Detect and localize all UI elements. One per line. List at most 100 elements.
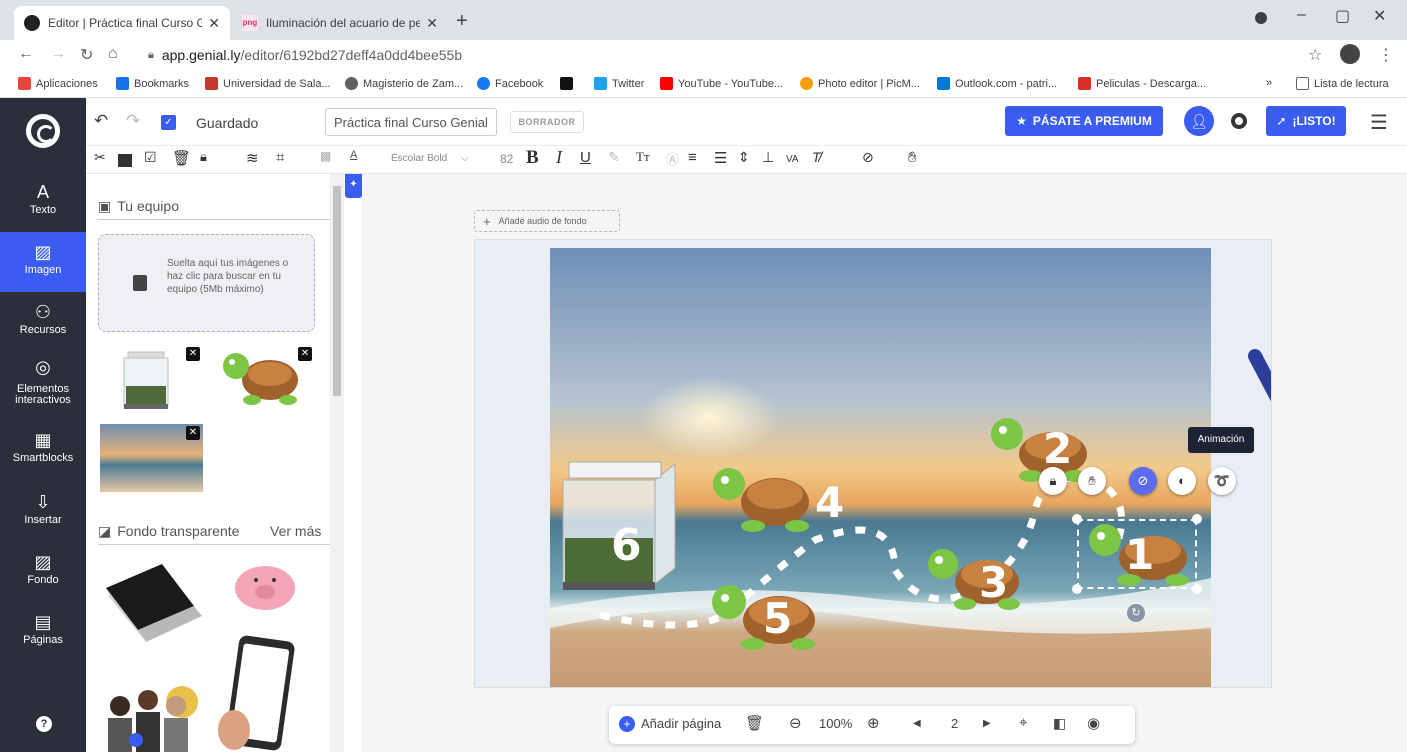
bookmark-apps[interactable]: Aplicaciones — [18, 77, 98, 90]
text-style-icon[interactable]: Ⓐ — [666, 149, 679, 168]
phone-thumbnail[interactable] — [204, 634, 304, 752]
undo-icon[interactable]: ↶ — [94, 111, 108, 131]
bookmark-magisterio[interactable]: Magisterio de Zam... — [345, 77, 463, 90]
tab-iluminacion[interactable]: png Iluminación del acuario de peces ✕ — [232, 6, 448, 40]
redo-icon[interactable]: ↷ — [126, 111, 140, 131]
delete-page-icon[interactable]: 🗑︎ — [745, 714, 764, 732]
color-palette-icon[interactable]: ◉ — [1087, 714, 1100, 732]
zoom-in-icon[interactable]: ⊕ — [867, 714, 880, 732]
number-4-label[interactable]: 4 — [815, 478, 844, 527]
align-justify-icon[interactable]: ≡ — [688, 149, 697, 166]
hand-icon[interactable]: ✋︎ — [908, 149, 917, 166]
bullet-list-icon[interactable]: ☰ — [714, 149, 727, 167]
rail-item-paginas[interactable]: ▤ Páginas — [0, 602, 86, 662]
resize-handle[interactable] — [1192, 584, 1202, 594]
lock-element-icon[interactable]: 🔒︎ — [1039, 467, 1067, 495]
add-collaborator-icon[interactable]: 👤︎ — [1184, 106, 1214, 136]
turtle-4-image[interactable] — [705, 460, 817, 538]
italic-icon[interactable]: I — [556, 147, 562, 168]
reading-list[interactable]: Lista de lectura — [1296, 77, 1389, 90]
preview-eye-icon[interactable] — [1231, 113, 1247, 129]
paste-icon[interactable]: ☑ — [144, 149, 157, 166]
font-size-input[interactable]: 82 — [500, 152, 513, 166]
next-page-icon[interactable]: ▶ — [983, 718, 991, 729]
maximize-icon[interactable]: ▢ — [1335, 6, 1350, 26]
rail-item-fondo[interactable]: ▨ Fondo — [0, 542, 86, 602]
number-2-label[interactable]: 2 — [1043, 424, 1072, 473]
lock-icon[interactable]: 🔒︎ — [200, 149, 207, 165]
selection-box[interactable] — [1077, 519, 1197, 589]
delete-image-icon[interactable]: ✕ — [186, 426, 200, 440]
delete-image-icon[interactable]: ✕ — [186, 347, 200, 361]
laptop-thumbnail[interactable] — [98, 558, 206, 644]
rail-item-insertar[interactable]: ⇩ Insertar — [0, 482, 86, 542]
forward-icon[interactable]: → — [50, 45, 66, 63]
bookmark-bookmarks[interactable]: Bookmarks — [116, 77, 189, 90]
prev-page-icon[interactable]: ◀ — [913, 718, 921, 729]
upload-dropzone[interactable]: Suelta aquí tus imágenes o haz clic para… — [98, 234, 315, 332]
pin-panel-icon[interactable]: ✦ — [345, 174, 362, 198]
number-5-label[interactable]: 5 — [763, 594, 792, 643]
rail-item-recursos[interactable]: ⚇ Recursos — [0, 292, 86, 352]
cut-icon[interactable]: ✂ — [94, 149, 106, 166]
rail-item-imagen[interactable]: ▨ Imagen — [0, 232, 86, 292]
slide[interactable]: 6 5 4 3 2 1 ↻ — [474, 239, 1272, 688]
bookmark-photo-editor[interactable]: Photo editor | PicM... — [800, 77, 920, 90]
title-input[interactable]: Práctica final Curso Genial — [325, 108, 497, 136]
no-effect-icon[interactable]: ⊘ — [1129, 467, 1157, 495]
line-height-icon[interactable]: ⇕ — [738, 149, 750, 166]
rail-item-texto[interactable]: A Texto — [0, 172, 86, 232]
delete-image-icon[interactable]: ✕ — [298, 347, 312, 361]
close-tab-icon[interactable]: ✕ — [208, 15, 220, 32]
transparency-icon[interactable]: ▩ — [320, 149, 331, 163]
bold-icon[interactable]: B — [526, 147, 539, 169]
tab-editor[interactable]: Editor | Práctica final Curso Genia ✕ — [14, 6, 230, 40]
copy-icon[interactable] — [118, 154, 132, 167]
new-tab-icon[interactable]: + — [456, 10, 468, 33]
interactivity-icon[interactable]: ◐ — [1168, 467, 1196, 495]
profile-avatar-icon[interactable] — [1340, 44, 1360, 64]
home-icon[interactable]: ⌂ — [108, 45, 118, 63]
kebab-menu-icon[interactable]: ⋮ — [1378, 45, 1394, 65]
bookmark-universidad[interactable]: Universidad de Sala... — [205, 77, 331, 90]
add-audio-button[interactable]: + Añade audio de fondo — [474, 210, 620, 232]
bookmark-twitter[interactable]: Twitter — [594, 77, 644, 90]
close-tab-icon[interactable]: ✕ — [426, 15, 438, 32]
bookmark-unnamed[interactable] — [560, 77, 578, 90]
fit-screen-icon[interactable]: ⌖ — [1019, 714, 1027, 731]
animation-icon[interactable]: ➰ — [1208, 467, 1236, 495]
people-thumbnail[interactable] — [100, 680, 200, 752]
highlight-icon[interactable]: ✎ — [608, 149, 620, 166]
bookmark-youtube[interactable]: YouTube - YouTube... — [660, 77, 783, 90]
trash-icon[interactable]: 🗑︎ — [172, 149, 191, 167]
letter-spacing-icon[interactable]: VA — [786, 154, 799, 165]
resize-handle[interactable] — [1192, 514, 1202, 524]
bookmarks-overflow[interactable]: » — [1266, 77, 1272, 89]
turtle-3-image[interactable] — [921, 542, 1025, 616]
see-more-link[interactable]: Ver más — [270, 523, 321, 539]
page-number[interactable]: 2 — [951, 716, 958, 731]
help-icon[interactable]: ? — [36, 716, 52, 732]
turtle-thumbnail[interactable] — [212, 346, 306, 410]
genially-logo-icon[interactable] — [26, 114, 60, 148]
address-bar[interactable]: 🔒︎ app.genial.ly /editor/6192bd27deff4a0… — [138, 43, 1338, 67]
font-family-select[interactable]: Escolar Bold ⌵ — [391, 153, 469, 164]
piggy-bank-thumbnail[interactable] — [230, 558, 300, 614]
aquarium-thumbnail[interactable] — [108, 346, 188, 414]
hand-element-icon[interactable]: ✋︎ — [1078, 467, 1106, 495]
profile-indicator-icon[interactable] — [1255, 12, 1267, 24]
premium-button[interactable]: ★ PÁSATE A PREMIUM — [1005, 106, 1163, 136]
resize-handle[interactable] — [1072, 584, 1082, 594]
clear-format-icon[interactable]: T̸ — [812, 149, 821, 165]
resize-handle[interactable] — [1072, 514, 1082, 524]
vertical-align-icon[interactable]: ⊥ — [762, 149, 774, 166]
rotate-handle-icon[interactable]: ↻ — [1127, 604, 1145, 622]
hamburger-menu-icon[interactable]: ☰ — [1370, 110, 1388, 135]
no-animation-icon[interactable]: ⊘ — [862, 149, 874, 166]
text-size-icon[interactable]: Tт — [636, 149, 650, 165]
reload-icon[interactable]: ↻ — [80, 45, 93, 65]
scroll-thumb[interactable] — [333, 186, 341, 396]
back-icon[interactable]: ← — [18, 45, 34, 63]
rail-item-smartblocks[interactable]: ▦ Smartblocks — [0, 420, 86, 480]
layers-icon[interactable]: ≋ — [246, 149, 259, 167]
